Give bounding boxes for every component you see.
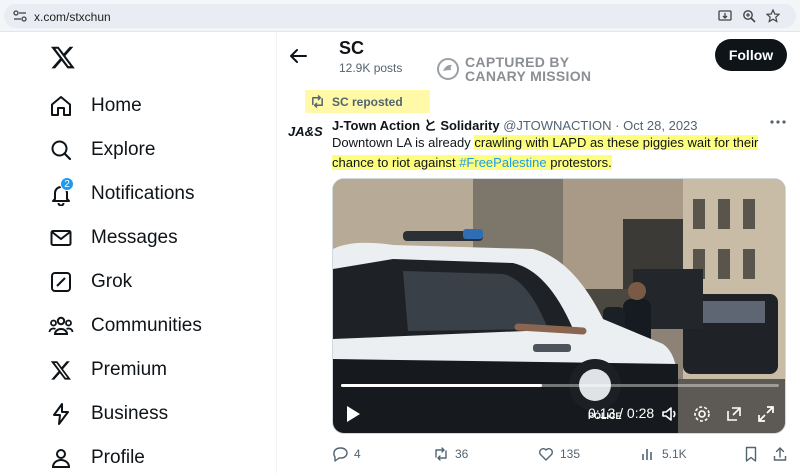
canary-logo-icon (437, 58, 459, 80)
video-progress-fill (341, 384, 543, 387)
sidebar-item-label: Grok (91, 271, 133, 292)
analytics-icon (642, 449, 652, 460)
settings-gear-icon[interactable] (693, 405, 711, 423)
watermark-line-1: CAPTURED BY (465, 54, 570, 70)
sidebar-item-business[interactable]: Business (46, 396, 168, 432)
lightning-icon (46, 399, 76, 429)
url-field[interactable]: x.com/stxchun (4, 4, 796, 28)
video-frame: POLICE (333, 179, 785, 433)
notification-count-badge: 2 (60, 177, 74, 191)
repost-icon (435, 447, 447, 461)
repost-indicator: SC reposted (305, 90, 430, 113)
watermark-line-2: CANARY MISSION (465, 68, 592, 84)
repost-button[interactable]: 36 (433, 446, 468, 462)
communities-icon (46, 311, 76, 341)
left-navigation: Home Explore 2 Notifications Messages Gr… (0, 32, 276, 473)
share-icon (773, 447, 787, 461)
tweet-actions: 4 36 135 5.1K (332, 446, 788, 466)
bookmark-button[interactable] (743, 446, 759, 462)
pip-icon[interactable] (725, 405, 743, 423)
avatar[interactable]: JA&S (288, 120, 324, 142)
person-icon (46, 443, 76, 473)
sidebar-item-label: Home (91, 95, 142, 116)
back-arrow-icon[interactable] (288, 46, 308, 66)
column-divider (276, 32, 277, 473)
repost-label: SC reposted (332, 94, 403, 109)
sidebar-item-notifications[interactable]: 2 Notifications (46, 176, 195, 212)
tweet-text: Downtown LA is already crawling with LAP… (332, 133, 787, 173)
bell-icon: 2 (46, 177, 76, 209)
sidebar-item-communities[interactable]: Communities (46, 308, 202, 344)
video-time: 0:13 / 0:28 (588, 405, 655, 421)
sidebar-item-grok[interactable]: Grok (46, 264, 132, 300)
view-count: 5.1K (662, 447, 687, 461)
heart-icon (539, 448, 553, 461)
site-settings-icon[interactable] (13, 10, 27, 22)
x-logo-icon (46, 355, 76, 385)
install-app-icon[interactable] (718, 9, 732, 23)
share-button[interactable] (772, 446, 788, 462)
sidebar-item-explore[interactable]: Explore (46, 132, 155, 168)
home-icon (46, 91, 76, 121)
reply-icon (333, 447, 348, 462)
sidebar-item-messages[interactable]: Messages (46, 220, 178, 256)
profile-name: SC (339, 38, 365, 58)
zoom-icon[interactable] (742, 9, 756, 23)
tweet-date[interactable]: Oct 28, 2023 (623, 118, 697, 133)
like-button[interactable]: 135 (538, 446, 580, 462)
hashtag-link[interactable]: #FreePalestine (459, 155, 547, 170)
reply-count: 4 (354, 447, 361, 461)
sidebar-item-home[interactable]: Home (46, 88, 142, 124)
sidebar-item-label: Messages (91, 227, 178, 248)
sidebar-item-label: Explore (91, 139, 156, 160)
repost-icon (312, 95, 323, 108)
author-handle[interactable]: @JTOWNACTION (503, 118, 611, 133)
follow-button[interactable]: Follow (715, 39, 787, 71)
tweet-text-plain: Downtown LA is already (332, 135, 475, 150)
volume-icon[interactable] (661, 405, 679, 423)
x-logo-icon[interactable] (50, 44, 76, 70)
sidebar-item-label: Profile (91, 447, 145, 468)
repost-count: 36 (455, 447, 469, 461)
like-count: 135 (560, 447, 581, 461)
fullscreen-icon[interactable] (757, 405, 775, 423)
url-text[interactable]: x.com/stxchun (34, 10, 111, 24)
sidebar-item-premium[interactable]: Premium (46, 352, 167, 388)
watermark: CAPTURED BY CANARY MISSION (437, 55, 591, 83)
more-options-icon[interactable] (769, 115, 787, 129)
envelope-icon (46, 223, 76, 253)
browser-address-bar: x.com/stxchun (0, 0, 800, 32)
bookmark-star-icon[interactable] (765, 8, 781, 23)
grok-icon (46, 267, 76, 297)
video-player[interactable]: POLICE 0:13 / 0:28 (332, 178, 786, 434)
bookmark-icon (745, 446, 757, 462)
sidebar-item-profile[interactable]: Profile (46, 440, 145, 473)
tweet-header: J-Town Action と Solidarity @JTOWNACTION … (332, 115, 698, 134)
sidebar-item-label: Communities (91, 315, 202, 336)
sidebar-item-label: Notifications (91, 183, 195, 204)
separator: · (615, 118, 620, 133)
search-icon (46, 135, 76, 165)
author-name[interactable]: J-Town Action と Solidarity (332, 118, 500, 133)
play-icon[interactable] (345, 405, 361, 423)
post-count: 12.9K posts (339, 61, 403, 75)
views-button[interactable]: 5.1K (640, 446, 687, 462)
reply-button[interactable]: 4 (332, 446, 361, 462)
sidebar-item-label: Business (91, 403, 169, 424)
video-scrubber[interactable] (341, 384, 779, 387)
tweet-text-end: protestors. (546, 155, 612, 170)
avatar-text: JA&S (288, 124, 323, 139)
sidebar-item-label: Premium (91, 359, 168, 380)
